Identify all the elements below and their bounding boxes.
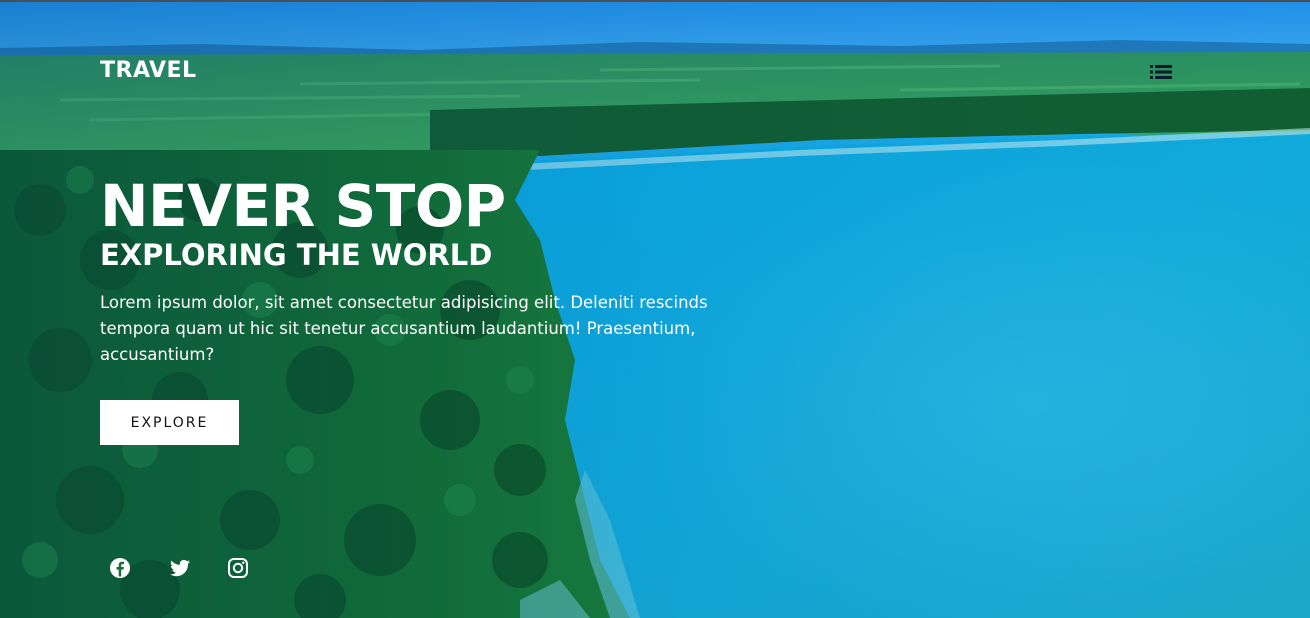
brand-logo[interactable]: TRAVEL: [100, 58, 197, 83]
explore-button[interactable]: EXPLORE: [100, 400, 239, 445]
hero-section: TRAVEL NEVER STOP EXPLORING THE WORLD Lo…: [0, 0, 1310, 618]
instagram-icon[interactable]: [226, 556, 250, 580]
list-icon[interactable]: [1150, 64, 1172, 80]
hero-description: Lorem ipsum dolor, sit amet consectetur …: [100, 293, 708, 364]
hero-title: NEVER STOP: [100, 172, 506, 240]
facebook-icon[interactable]: [108, 556, 132, 580]
hero-subtitle: EXPLORING THE WORLD: [100, 238, 493, 272]
hero-content: NEVER STOP EXPLORING THE WORLD Lorem ips…: [100, 170, 760, 368]
top-border: [0, 0, 1310, 2]
twitter-icon[interactable]: [168, 556, 192, 580]
